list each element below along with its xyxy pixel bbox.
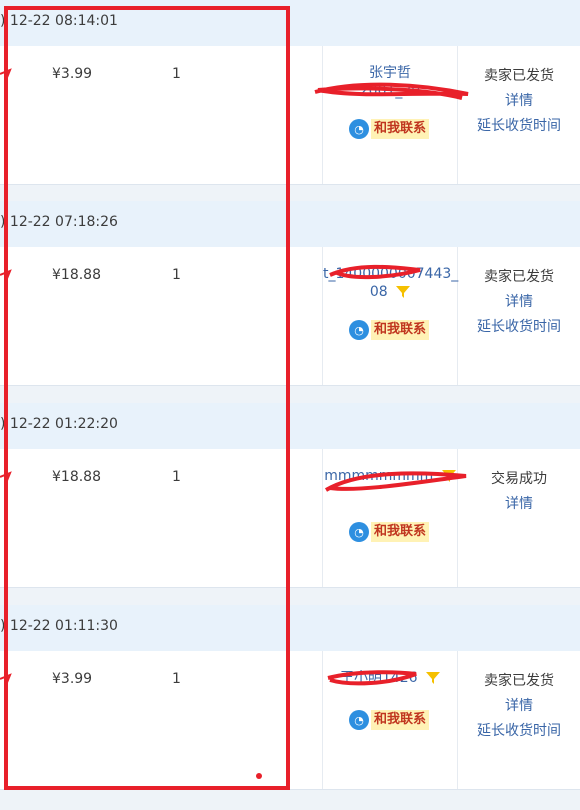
order-status: 卖家已发货 详情 延长收货时间 bbox=[458, 669, 580, 744]
order-date: ) 12-22 01:11:30 bbox=[0, 618, 118, 634]
status-text: 卖家已发货 bbox=[484, 269, 554, 285]
order-header: ) 12-22 08:14:01 bbox=[0, 0, 580, 46]
contact-me-button[interactable]: ◔ 和我联系 bbox=[349, 319, 430, 341]
status-text: 卖家已发货 bbox=[484, 68, 554, 84]
order-status: 卖家已发货 详情 延长收货时间 bbox=[458, 64, 580, 139]
order-status: 交易成功 详情 bbox=[458, 467, 580, 517]
buyer-name-line[interactable]: 2001_20 bbox=[323, 82, 457, 100]
funnel-icon[interactable] bbox=[426, 671, 441, 685]
contact-me-label[interactable]: 和我联系 bbox=[371, 119, 430, 139]
buyer-name-line[interactable]: t_1400000007443_ bbox=[323, 265, 458, 283]
order-header: ) 12-22 07:18:26 bbox=[0, 201, 580, 247]
order-body: ¥3.99 1 张宇哲 2001_20 ◔ 和我联系 卖家已发货 详情 延长收货… bbox=[0, 46, 580, 185]
detail-link[interactable]: 详情 bbox=[458, 290, 580, 315]
buyer-name[interactable]: 王小明1426 bbox=[323, 669, 457, 687]
buyer-name[interactable]: mmmmmmmm bbox=[323, 467, 457, 485]
redaction-mark bbox=[0, 68, 12, 81]
status-text: 交易成功 bbox=[491, 471, 547, 487]
order-status: 卖家已发货 详情 延长收货时间 bbox=[458, 265, 580, 340]
item-price: ¥18.88 bbox=[52, 469, 101, 485]
contact-me-button[interactable]: ◔ 和我联系 bbox=[349, 118, 430, 140]
chat-bubble-icon: ◔ bbox=[349, 522, 369, 542]
redaction-mark bbox=[0, 269, 12, 282]
buyer-name[interactable]: 张宇哲 2001_20 bbox=[323, 64, 457, 100]
item-price: ¥18.88 bbox=[52, 267, 101, 283]
buyer-name-line[interactable]: mmmmmmmm bbox=[324, 468, 433, 484]
redaction-mark bbox=[0, 471, 12, 484]
status-text: 卖家已发货 bbox=[484, 673, 554, 689]
extend-receipt-link[interactable]: 延长收货时间 bbox=[458, 315, 580, 340]
chat-bubble-icon: ◔ bbox=[349, 119, 369, 139]
buyer-name-line[interactable]: 张宇哲 bbox=[323, 64, 457, 82]
buyer-name-line-with-filter[interactable]: mmmmmmmm bbox=[323, 467, 457, 485]
buyer-name-line[interactable]: 王小明1426 bbox=[340, 670, 418, 686]
chat-bubble-icon: ◔ bbox=[349, 320, 369, 340]
order-body: ¥18.88 1 mmmmmmmm ◔ 和我联系 交易成功 详情 bbox=[0, 449, 580, 588]
contact-me-label[interactable]: 和我联系 bbox=[371, 710, 430, 730]
funnel-icon[interactable] bbox=[441, 469, 456, 483]
order-header: ) 12-22 01:22:20 bbox=[0, 403, 580, 449]
contact-me-label[interactable]: 和我联系 bbox=[371, 522, 430, 542]
item-quantity: 1 bbox=[172, 66, 181, 82]
order-date: ) 12-22 08:14:01 bbox=[0, 13, 118, 29]
item-quantity: 1 bbox=[172, 671, 181, 687]
buyer-name-line-with-filter[interactable]: 08 bbox=[323, 283, 457, 301]
funnel-icon[interactable] bbox=[396, 285, 411, 299]
item-quantity: 1 bbox=[172, 469, 181, 485]
order-header: ) 12-22 01:11:30 bbox=[0, 605, 580, 651]
annotation-dot bbox=[256, 773, 262, 779]
item-quantity: 1 bbox=[172, 267, 181, 283]
detail-link[interactable]: 详情 bbox=[458, 89, 580, 114]
detail-link[interactable]: 详情 bbox=[458, 694, 580, 719]
order-date: ) 12-22 01:22:20 bbox=[0, 416, 118, 432]
contact-me-button[interactable]: ◔ 和我联系 bbox=[349, 709, 430, 731]
detail-link[interactable]: 详情 bbox=[458, 492, 580, 517]
contact-me-label[interactable]: 和我联系 bbox=[371, 320, 430, 340]
buyer-name-line-with-filter[interactable]: 王小明1426 bbox=[323, 669, 457, 687]
contact-me-button[interactable]: ◔ 和我联系 bbox=[349, 521, 430, 543]
order-body: ¥3.99 1 王小明1426 ◔ 和我联系 卖家已发货 详情 延长收货时间 bbox=[0, 651, 580, 790]
order-body: ¥18.88 1 t_1400000007443_ 08 ◔ 和我联系 卖家已发… bbox=[0, 247, 580, 386]
buyer-name-line[interactable]: 08 bbox=[370, 284, 388, 300]
buyer-name[interactable]: t_1400000007443_ 08 bbox=[323, 265, 458, 301]
item-price: ¥3.99 bbox=[52, 66, 93, 82]
chat-bubble-icon: ◔ bbox=[349, 710, 369, 730]
extend-receipt-link[interactable]: 延长收货时间 bbox=[458, 114, 580, 139]
redaction-mark bbox=[0, 673, 12, 686]
item-price: ¥3.99 bbox=[52, 671, 93, 687]
extend-receipt-link[interactable]: 延长收货时间 bbox=[458, 719, 580, 744]
order-date: ) 12-22 07:18:26 bbox=[0, 214, 118, 230]
